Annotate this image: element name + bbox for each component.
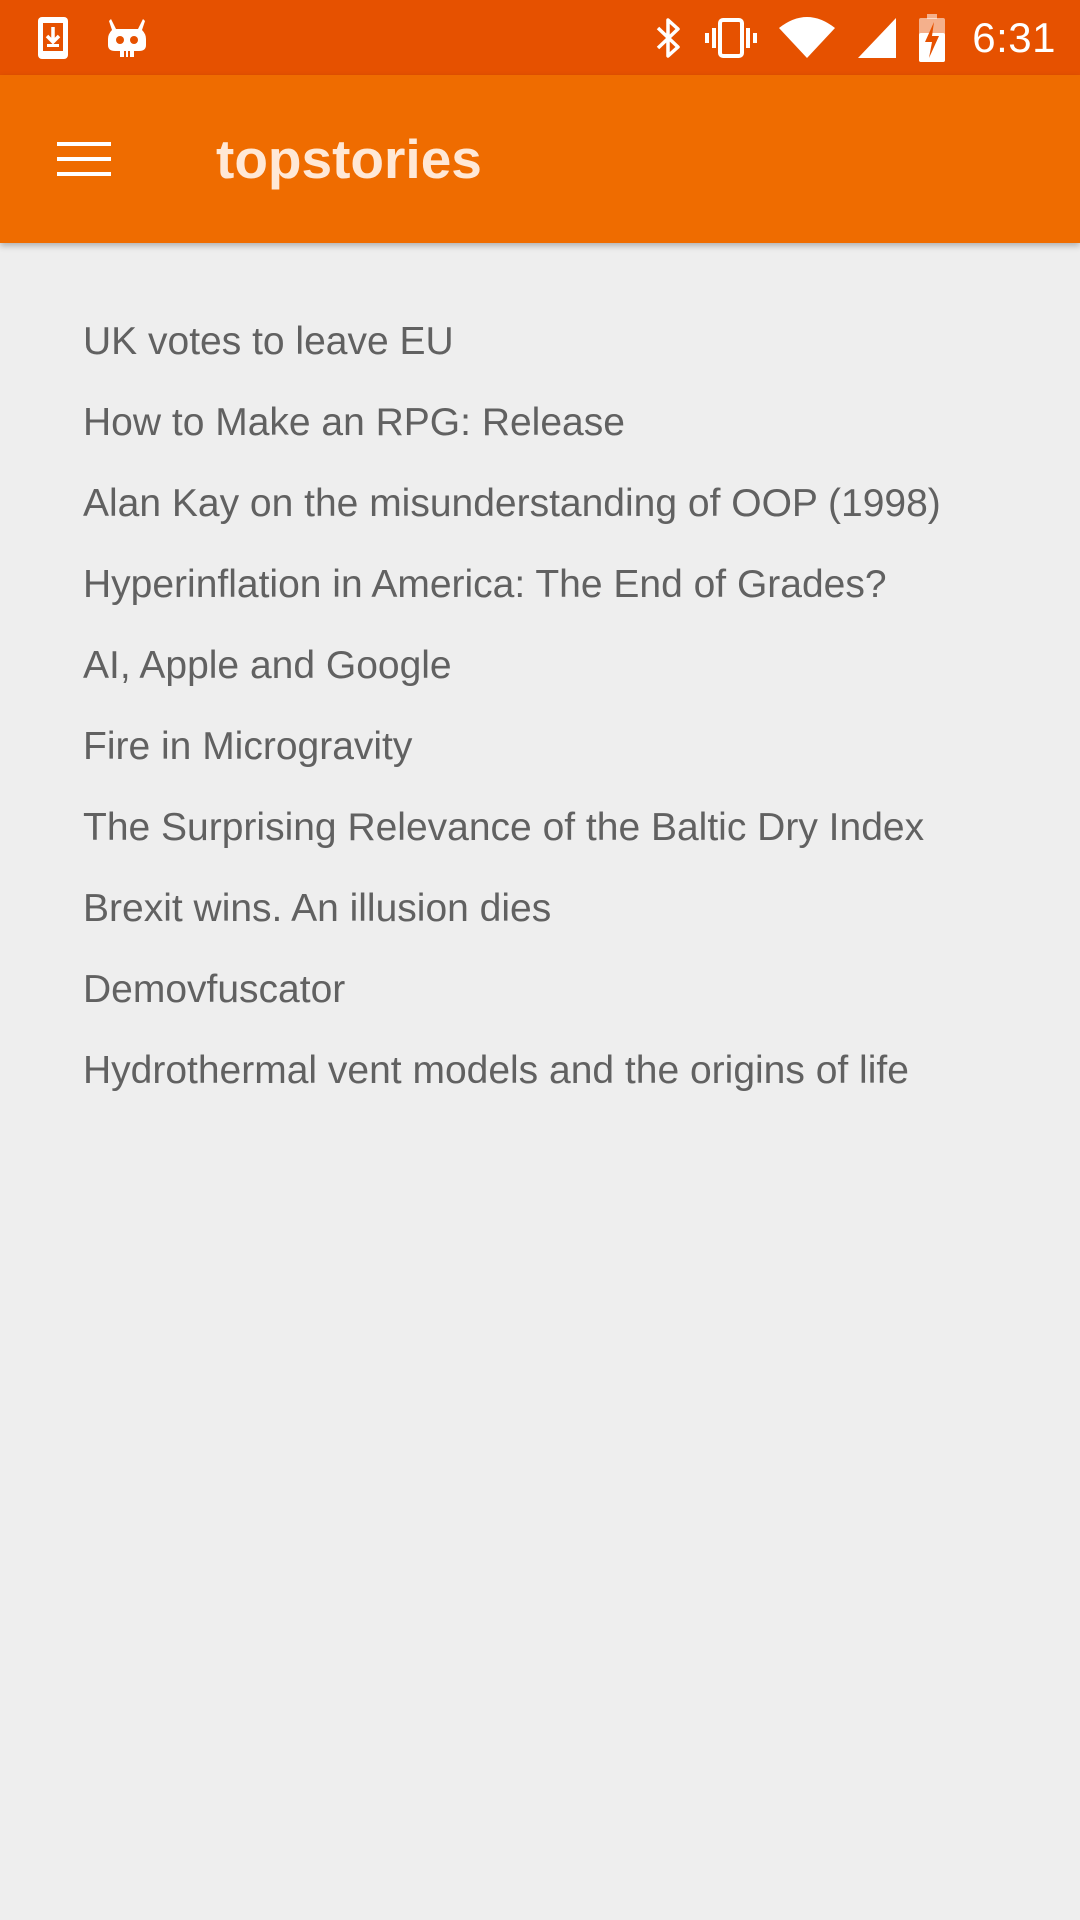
status-clock: 6:31: [972, 13, 1056, 61]
status-left-icons: [36, 14, 148, 62]
story-item[interactable]: Hydrothermal vent models and the origins…: [0, 1030, 1080, 1111]
story-list: UK votes to leave EU How to Make an RPG:…: [0, 243, 1080, 1111]
download-notification-icon: [36, 15, 70, 61]
story-item[interactable]: AI, Apple and Google: [0, 625, 1080, 706]
bluetooth-icon: [654, 16, 684, 60]
cyanogen-mod-icon: [106, 17, 148, 59]
status-right-icons: 6:31: [654, 0, 1056, 75]
wifi-icon: [778, 16, 836, 60]
story-item[interactable]: Hyperinflation in America: The End of Gr…: [0, 544, 1080, 625]
story-item[interactable]: Alan Kay on the misunderstanding of OOP …: [0, 463, 1080, 544]
story-item[interactable]: How to Make an RPG: Release: [0, 382, 1080, 463]
app-title: topstories: [216, 128, 482, 190]
cell-signal-icon: [856, 16, 898, 60]
story-item[interactable]: UK votes to leave EU: [0, 301, 1080, 382]
vibrate-icon: [704, 16, 758, 60]
status-bar: 6:31: [0, 0, 1080, 75]
story-item[interactable]: The Surprising Relevance of the Baltic D…: [0, 787, 1080, 868]
battery-charging-icon: [918, 13, 946, 63]
story-item[interactable]: Fire in Microgravity: [0, 706, 1080, 787]
navigation-menu-button[interactable]: [36, 111, 132, 207]
hamburger-menu-icon: [57, 139, 111, 179]
story-item[interactable]: Brexit wins. An illusion dies: [0, 868, 1080, 949]
app-bar: topstories: [0, 75, 1080, 243]
story-item[interactable]: Demovfuscator: [0, 949, 1080, 1030]
